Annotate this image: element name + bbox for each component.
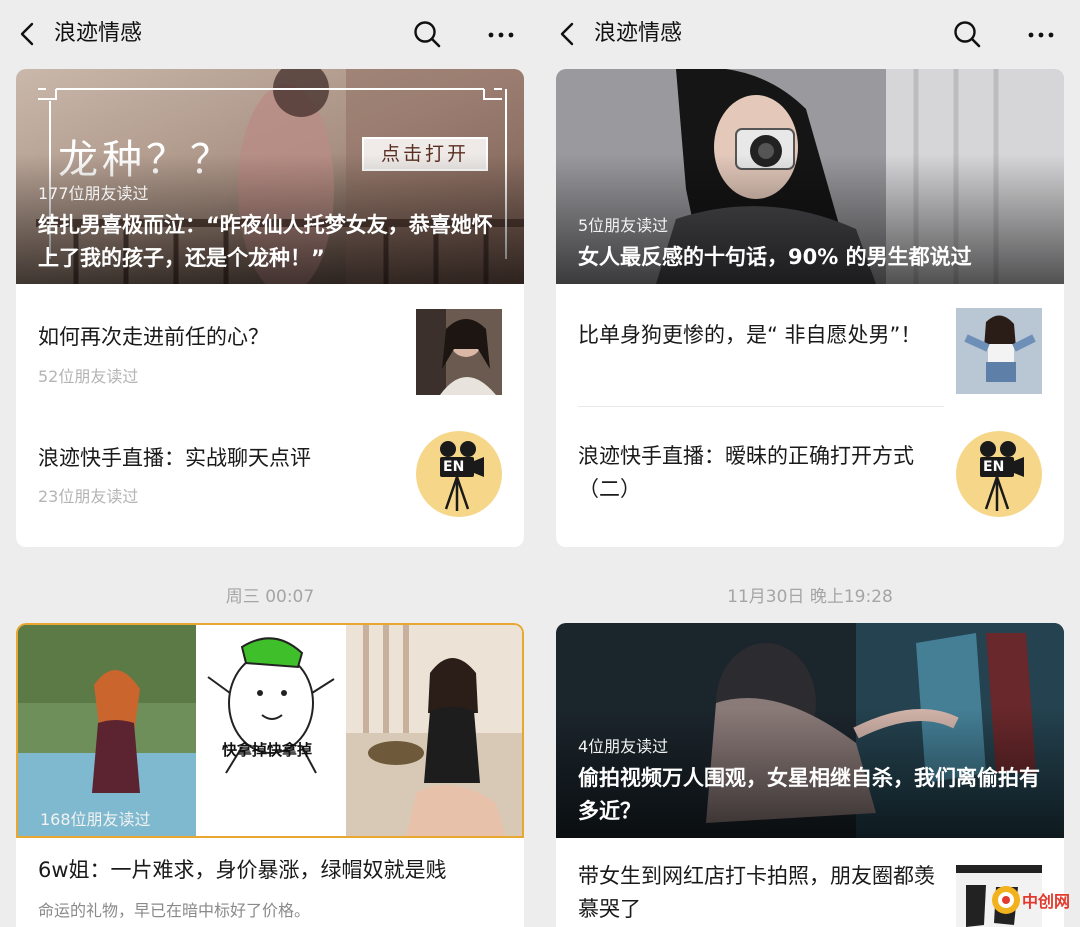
site-watermark: 中创网 xyxy=(990,878,1080,927)
item-title: 带女生到网红店打卡拍照，朋友圈都羡慕哭了 xyxy=(578,864,935,921)
item-title: 如何再次走进前任的心？ xyxy=(38,325,269,349)
search-icon[interactable] xyxy=(952,19,982,49)
hero-title: 结扎男喜极而泣：“昨夜仙人托梦女友，恭喜她怀上了我的孩子，还是个龙种！” xyxy=(38,213,493,270)
more-options-icon[interactable] xyxy=(1026,20,1056,50)
film-icon-text: EN xyxy=(983,459,1005,475)
list-divider xyxy=(578,406,944,407)
article-group-card: 4位朋友读过 偷拍视频万人围观，女星相继自杀，我们离偷拍有多近？ 带女生到网红店… xyxy=(556,623,1064,927)
item-read-count: 23位朋友读过 xyxy=(38,487,139,506)
article-group-card: 龙种？？ 点击打开 177位朋友读过 结扎男喜极而泣：“昨夜仙人托梦女友，恭喜她… xyxy=(16,69,524,547)
right-feed-panel: 浪迹情感 5位朋友读过 女人最反感的十句话，90% 的男生都说过 比单身狗更惨的… xyxy=(540,0,1080,927)
hero-article[interactable]: 龙种？？ 点击打开 177位朋友读过 结扎男喜极而泣：“昨夜仙人托梦女友，恭喜她… xyxy=(16,69,524,284)
timestamp: 周三 00:07 xyxy=(225,587,315,607)
item-subtitle: 命运的礼物，早已在暗中标好了价格。 xyxy=(38,901,311,920)
hero-title: 偷拍视频万人围观，女星相继自杀，我们离偷拍有多近？ xyxy=(578,766,1040,823)
item-thumbnail xyxy=(956,308,1042,394)
left-feed-panel: 浪迹情感 177位朋友读过 结扎男喜极而泣：“昨夜仙人托梦女友，恭喜她怀上了我的… xyxy=(0,0,540,927)
item-title: 浪迹快手直播：暧昧的正确打开方式（二） xyxy=(578,444,914,501)
item-read-count: 52位朋友读过 xyxy=(38,367,139,386)
hero-read-count: 177位朋友读过 xyxy=(38,184,149,203)
item-title: 6w姐：一片难求，身价暴涨，绿帽奴就是贱 xyxy=(38,858,447,882)
more-options-icon[interactable] xyxy=(486,20,516,50)
meme-caption: 快拿掉快拿掉 xyxy=(222,741,313,759)
article-group-card: 快拿掉快拿掉 168位朋友读过 6w姐：一片难求，身价暴涨，绿帽奴就是贱 命运的… xyxy=(16,623,524,927)
back-arrow-icon[interactable] xyxy=(14,20,42,48)
film-icon-text: EN xyxy=(443,459,465,475)
search-icon[interactable] xyxy=(412,19,442,49)
hero-article[interactable]: 快拿掉快拿掉 168位朋友读过 xyxy=(16,623,524,838)
list-item[interactable]: 比单身狗更惨的，是“ 非自愿处男”！ xyxy=(556,291,1064,411)
account-title: 浪迹情感 xyxy=(594,21,683,46)
top-bar: 浪迹情感 xyxy=(0,0,540,68)
item-title: 比单身狗更惨的，是“ 非自愿处男”！ xyxy=(578,323,922,347)
watermark-text: 中创网 xyxy=(1022,892,1071,911)
timestamp: 11月30日 晚上19:28 xyxy=(727,587,893,607)
list-item[interactable]: 6w姐：一片难求，身价暴涨，绿帽奴就是贱 命运的礼物，早已在暗中标好了价格。 xyxy=(16,838,524,927)
account-title: 浪迹情感 xyxy=(54,21,143,46)
hero-article[interactable]: 5位朋友读过 女人最反感的十句话，90% 的男生都说过 xyxy=(556,69,1064,284)
hero-read-count: 5位朋友读过 xyxy=(578,216,669,235)
hero-title: 女人最反感的十句话，90% 的男生都说过 xyxy=(578,245,972,269)
list-item[interactable]: 带女生到网红店打卡拍照，朋友圈都羡慕哭了 xyxy=(556,838,1064,927)
film-camera-icon: EN xyxy=(416,431,502,517)
list-item[interactable]: 如何再次走进前任的心？ 52位朋友读过 xyxy=(16,291,524,411)
film-camera-icon: EN xyxy=(956,431,1042,517)
list-item[interactable]: 浪迹快手直播：暧昧的正确打开方式（二） EN xyxy=(556,416,1064,536)
list-item[interactable]: 浪迹快手直播：实战聊天点评 23位朋友读过 EN xyxy=(16,416,524,536)
hero-read-count: 4位朋友读过 xyxy=(578,737,669,756)
back-arrow-icon[interactable] xyxy=(554,20,582,48)
hero-article[interactable]: 4位朋友读过 偷拍视频万人围观，女星相继自杀，我们离偷拍有多近？ xyxy=(556,623,1064,838)
hero-read-count: 168位朋友读过 xyxy=(40,810,151,829)
top-bar: 浪迹情感 xyxy=(540,0,1080,68)
article-group-card: 5位朋友读过 女人最反感的十句话，90% 的男生都说过 比单身狗更惨的，是“ 非… xyxy=(556,69,1064,547)
item-thumbnail xyxy=(416,309,502,395)
item-title: 浪迹快手直播：实战聊天点评 xyxy=(38,446,311,470)
